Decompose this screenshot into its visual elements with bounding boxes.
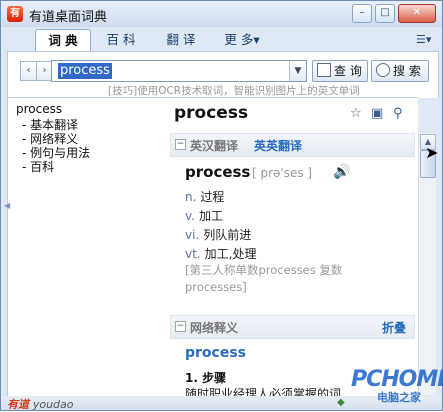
definition-item: v. 加工 xyxy=(185,209,223,223)
fold-link[interactable]: 折叠 xyxy=(382,319,406,336)
youdao-brand[interactable]: 有道 youdao xyxy=(7,396,74,412)
back-arrow-icon[interactable]: ‹ xyxy=(20,61,37,81)
section-en-en-link[interactable]: 英英翻译 xyxy=(254,137,302,154)
collapse-toggle-icon[interactable]: − xyxy=(175,321,186,332)
collapse-toggle-icon[interactable]: − xyxy=(175,139,186,150)
definition-item: vi. 列队前进 xyxy=(185,228,252,242)
app-window: 有 有道桌面词典 – □ ✕ 词 典 百 科 翻 译 更 多▾ ☰▾ ‹ › p… xyxy=(0,0,443,411)
definition-pane: process ☆ ▣ ⚲ − 英汉翻译 英英翻译 process [ prə'… xyxy=(165,97,418,396)
web-item-text: 随时职业经理人必须掌握的词 xyxy=(185,387,342,396)
watermark: PCHOME 电脑之家 xyxy=(351,367,443,404)
search-input-value[interactable]: process xyxy=(58,63,112,79)
tree-item-wiki[interactable]: - 百科 xyxy=(22,158,54,175)
wordbook-add-icon[interactable]: ▣ xyxy=(371,106,383,121)
title-bar[interactable]: 有 有道桌面词典 – □ ✕ xyxy=(1,1,442,27)
maximize-button[interactable]: □ xyxy=(375,4,395,23)
web-headword: process xyxy=(185,345,247,361)
entry-tree-pane: process - 基本翻译 - 网络释义 - 例句与用法 - 百科 xyxy=(7,97,166,397)
history-dropdown-icon[interactable]: ▼ xyxy=(289,61,306,81)
lookup-label: 查 询 xyxy=(334,64,362,78)
tab-more[interactable]: 更 多▾ xyxy=(213,29,271,51)
phonetic: [ prə'ses ] xyxy=(252,166,313,180)
search-button[interactable]: 搜 索 xyxy=(371,60,429,82)
close-button[interactable]: ✕ xyxy=(398,4,436,23)
definition-item: vt. 加工,处理 xyxy=(185,247,257,261)
binoculars-icon[interactable]: ⚲ xyxy=(393,106,403,121)
tab-bar: 词 典 百 科 翻 译 更 多▾ ☰▾ xyxy=(1,27,442,52)
tab-encyclopedia[interactable]: 百 科 xyxy=(94,29,148,51)
section-web[interactable]: − 网络释义 折叠 xyxy=(170,315,415,339)
minimize-button[interactable]: – xyxy=(352,4,372,23)
star-icon[interactable]: ☆ xyxy=(350,106,362,121)
collapse-left-icon[interactable]: ◀ xyxy=(4,201,10,210)
web-item-title: 1. 步骤 xyxy=(185,371,227,385)
section-web-label: 网络释义 xyxy=(190,321,239,335)
vertical-scrollbar[interactable]: ▲ xyxy=(418,133,436,395)
search-input[interactable]: process ▼ xyxy=(51,60,307,82)
tree-root[interactable]: process xyxy=(16,102,62,116)
menu-list-icon[interactable]: ☰▾ xyxy=(416,33,434,46)
speaker-icon[interactable]: 🔊 xyxy=(333,164,350,180)
headword: process xyxy=(185,163,251,181)
network-status-icon: ◆ xyxy=(337,397,345,408)
lookup-button[interactable]: 查 询 xyxy=(312,60,368,82)
lookup-icon xyxy=(317,63,331,77)
definition-item: n. 过程 xyxy=(185,190,225,204)
word-forms: [第三人称单数processes 复数processes] xyxy=(185,263,343,294)
word-title: process xyxy=(174,103,249,123)
mouse-cursor-icon: ➤ xyxy=(425,143,439,162)
window-title: 有道桌面词典 xyxy=(29,10,108,25)
app-logo-icon: 有 xyxy=(7,6,23,22)
section-en-zh-label: 英汉翻译 xyxy=(190,139,239,153)
search-label: 搜 索 xyxy=(393,64,421,78)
search-area: ‹ › process ▼ 查 询 搜 索 [技巧]使用OCR技术取词，智能识别… xyxy=(7,51,439,98)
section-en-zh[interactable]: − 英汉翻译 英英翻译 xyxy=(170,133,415,157)
tip-link[interactable]: [技巧]使用OCR技术取词，智能识别图片上的英文单词 xyxy=(108,83,360,98)
magnifier-icon xyxy=(376,63,390,77)
tab-translate[interactable]: 翻 译 xyxy=(154,29,208,51)
tab-dictionary[interactable]: 词 典 xyxy=(35,29,91,52)
